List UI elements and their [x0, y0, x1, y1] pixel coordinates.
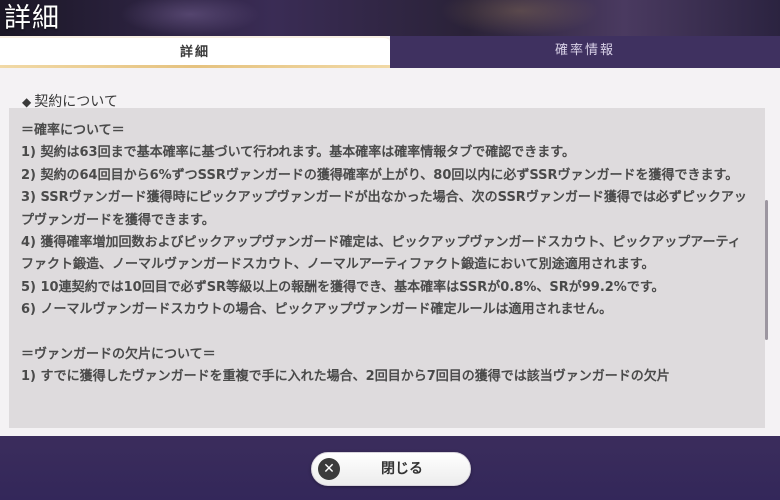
tab-details[interactable]: 詳細	[0, 36, 390, 68]
content-line: 1) 契約は63回まで基本確率に基づいて行われます。基本確率は確率情報タブで確認…	[21, 145, 575, 161]
tab-bar: 詳細 確率情報	[0, 36, 780, 68]
close-button-label: 閉じる	[381, 461, 423, 477]
tab-details-label: 詳細	[179, 45, 210, 60]
header-background	[0, 0, 780, 36]
header-decoration	[440, 0, 600, 36]
content-line: 3) SSRヴァンガード獲得時にピックアップヴァンガードが出なかった場合、次のS…	[21, 190, 747, 228]
header-decoration	[120, 0, 260, 36]
content-line: 1) すでに獲得したヴァンガードを重複で手に入れた場合、2回目から7回目の獲得で…	[21, 369, 670, 385]
close-icon: ✕	[318, 458, 340, 480]
content-text: ＝確率について＝ 1) 契約は63回まで基本確率に基づいて行われます。基本確率は…	[21, 120, 749, 389]
content-line: 4) 獲得確率増加回数およびピックアップヴァンガード確定は、ピックアップヴァンガ…	[21, 235, 741, 273]
page-title: 詳細	[4, 3, 60, 34]
tab-active-underline	[0, 65, 390, 68]
content-line: ＝ヴァンガードの欠片について＝	[21, 347, 216, 363]
content-line: ＝確率について＝	[21, 123, 125, 138]
content-line: 6) ノーマルヴァンガードスカウトの場合、ピックアップヴァンガード確定ルールは適…	[21, 302, 613, 318]
tab-probability-info[interactable]: 確率情報	[390, 36, 780, 68]
content-line: 5) 10連契約では10回目で必ずSR等級以上の報酬を獲得でき、基本確率はSSR…	[21, 279, 665, 295]
content-line: 2) 契約の64回目から6%ずつSSRヴァンガードの獲得確率が上がり、80回以内…	[21, 167, 739, 183]
content-line-blank	[21, 322, 749, 344]
content-scroll-area[interactable]: ＝確率について＝ 1) 契約は63回まで基本確率に基づいて行われます。基本確率は…	[9, 108, 765, 428]
tab-probability-info-label: 確率情報	[554, 43, 615, 58]
diamond-icon: ◆	[22, 95, 32, 109]
close-button[interactable]: ✕ 閉じる	[311, 452, 471, 486]
scrollbar[interactable]	[765, 200, 768, 340]
